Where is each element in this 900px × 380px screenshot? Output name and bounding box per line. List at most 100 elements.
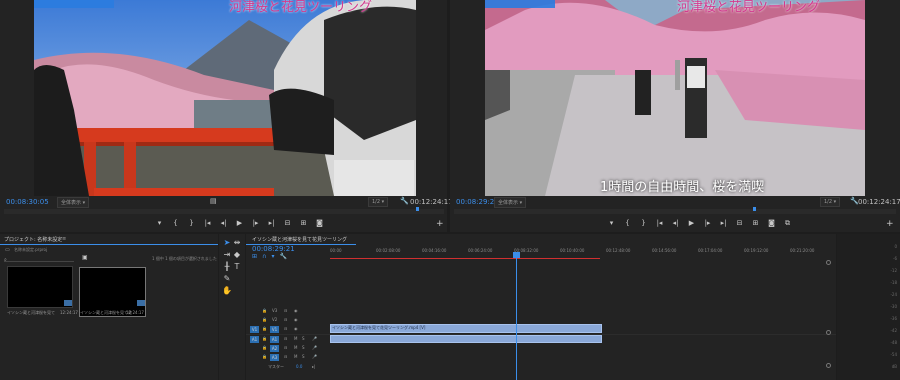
compare-icon[interactable]: ⧉ bbox=[783, 219, 792, 228]
track-target-a1[interactable]: A1 bbox=[270, 336, 279, 343]
lock-icon[interactable]: 🔒 bbox=[262, 317, 267, 322]
mic-icon[interactable]: 🎤 bbox=[312, 336, 317, 341]
go-to-in-icon[interactable]: |◂ bbox=[203, 219, 212, 227]
source-fit-dropdown[interactable]: 全体表示 ▾ bbox=[57, 197, 90, 208]
source-fraction-dropdown[interactable]: 1/2 ▾ bbox=[368, 197, 389, 207]
track-target-a2[interactable]: A2 bbox=[270, 345, 279, 352]
scroll-handle[interactable] bbox=[826, 363, 831, 368]
playhead-line[interactable] bbox=[516, 252, 517, 380]
sync-icon[interactable]: ⊟ bbox=[284, 354, 287, 359]
step-forward-icon[interactable]: |▸ bbox=[703, 219, 712, 228]
track-target-v1[interactable]: V1 bbox=[270, 326, 279, 333]
eye-icon[interactable]: ◉ bbox=[294, 317, 298, 322]
master-volume[interactable]: 0.0 bbox=[296, 364, 302, 369]
lock-icon[interactable]: 🔒 bbox=[262, 326, 267, 331]
track-target-a3[interactable]: A3 bbox=[270, 354, 279, 361]
ruler-tick: 00:12:48:00 bbox=[606, 248, 631, 253]
new-bin-icon[interactable]: ▣ bbox=[82, 254, 88, 261]
source-wrench-icon[interactable]: 🔧 bbox=[400, 197, 409, 205]
mute-button[interactable]: M bbox=[294, 354, 297, 359]
play-icon[interactable]: ▶ bbox=[687, 219, 696, 228]
snap-icon[interactable]: ⊞ bbox=[252, 253, 262, 260]
lock-icon[interactable]: 🔒 bbox=[262, 354, 267, 359]
program-scrubber[interactable] bbox=[454, 209, 896, 214]
time-ruler[interactable]: 00:00 00:02:08:00 00:04:16:00 00:06:24:00 00… bbox=[330, 248, 830, 258]
scroll-handle[interactable] bbox=[826, 260, 831, 265]
project-search-input[interactable]: ⌕ bbox=[4, 255, 74, 263]
type-tool-icon[interactable]: T bbox=[232, 262, 242, 272]
playhead-handle[interactable] bbox=[513, 252, 520, 258]
step-forward-icon[interactable]: |▸ bbox=[251, 219, 260, 227]
source-patch-a1[interactable]: A1 bbox=[250, 336, 259, 343]
mic-icon[interactable]: 🎤 bbox=[312, 345, 317, 350]
source-add-button[interactable]: + bbox=[436, 219, 444, 229]
meter-tick: -12 bbox=[890, 268, 897, 273]
timeline-toolbar: ⊞∩▾🔧 bbox=[252, 253, 292, 260]
eye-icon[interactable]: ◉ bbox=[294, 308, 298, 313]
program-fit-dropdown[interactable]: 全体表示 ▾ bbox=[494, 197, 527, 208]
marker-icon[interactable]: ▾ bbox=[607, 219, 616, 228]
sync-icon[interactable]: ⊟ bbox=[284, 336, 287, 341]
overwrite-icon[interactable]: ⊞ bbox=[299, 219, 308, 227]
source-transport-controls: ▾ { } |◂ ◂| ▶ |▸ ▸| ⊟ ⊞ ◙ bbox=[155, 219, 324, 227]
mic-icon[interactable]: 🎤 bbox=[312, 354, 317, 359]
source-settings-icon[interactable]: ▤ bbox=[210, 197, 217, 205]
camera-icon[interactable]: ◙ bbox=[767, 219, 776, 228]
settings-icon[interactable]: 🔧 bbox=[279, 253, 291, 260]
lock-icon[interactable]: 🔒 bbox=[262, 308, 267, 313]
track-select-icon[interactable]: ⇥ bbox=[222, 250, 232, 260]
solo-button[interactable]: S bbox=[302, 354, 305, 359]
source-scrubber[interactable] bbox=[4, 209, 444, 214]
program-timecode[interactable]: 00:08:29:21 bbox=[456, 198, 499, 206]
program-fraction-dropdown[interactable]: 1/2 ▾ bbox=[820, 197, 841, 207]
razor-tool-icon[interactable]: ◆ bbox=[232, 250, 242, 260]
play-icon[interactable]: ▶ bbox=[235, 219, 244, 227]
mark-out-icon[interactable]: } bbox=[187, 219, 196, 227]
selection-tool-icon[interactable]: ➤ bbox=[222, 238, 232, 248]
timeline-timecode[interactable]: 00:08:29:21 bbox=[252, 245, 295, 253]
mark-in-icon[interactable]: { bbox=[171, 219, 180, 227]
mute-button[interactable]: M bbox=[294, 336, 297, 341]
lift-icon[interactable]: ⊟ bbox=[735, 219, 744, 228]
mark-out-icon[interactable]: } bbox=[639, 219, 648, 228]
insert-icon[interactable]: ⊟ bbox=[283, 219, 292, 227]
solo-button[interactable]: S bbox=[302, 345, 305, 350]
panel-menu-icon[interactable]: ≡ bbox=[62, 236, 66, 242]
program-add-button[interactable]: + bbox=[886, 219, 894, 229]
sync-icon[interactable]: ⊟ bbox=[284, 317, 287, 322]
go-to-end-icon[interactable]: ▸| bbox=[312, 364, 315, 369]
sequence-tab[interactable]: イソシン蔵と河津桜を見て花見ツーリング bbox=[252, 236, 347, 243]
sync-icon[interactable]: ⊟ bbox=[284, 345, 287, 350]
audio-clip[interactable] bbox=[330, 335, 602, 343]
work-area-bar[interactable] bbox=[330, 258, 600, 259]
source-fit-label: 全体表示 bbox=[61, 200, 82, 206]
step-back-icon[interactable]: ◂| bbox=[671, 219, 680, 228]
sync-icon[interactable]: ⊟ bbox=[284, 326, 287, 331]
solo-button[interactable]: S bbox=[302, 336, 305, 341]
marker-icon[interactable]: ▾ bbox=[155, 219, 164, 227]
lock-icon[interactable]: 🔒 bbox=[262, 345, 267, 350]
go-to-out-icon[interactable]: ▸| bbox=[267, 219, 276, 227]
eye-icon[interactable]: ◉ bbox=[294, 326, 298, 331]
project-tab[interactable]: プロジェクト: 名称未設定 bbox=[4, 236, 62, 243]
slip-tool-icon[interactable]: ⇹ bbox=[232, 238, 242, 248]
mark-in-icon[interactable]: { bbox=[623, 219, 632, 228]
source-timecode[interactable]: 00:08:30:05 bbox=[6, 198, 49, 206]
mute-button[interactable]: M bbox=[294, 345, 297, 350]
go-to-in-icon[interactable]: |◂ bbox=[655, 219, 664, 228]
lock-icon[interactable]: 🔒 bbox=[262, 336, 267, 341]
source-patch-v1[interactable]: V1 bbox=[250, 326, 259, 333]
track-header-a2: 🔒 A2 ⊟ M S 🎤 bbox=[246, 344, 330, 353]
scroll-handle[interactable] bbox=[826, 330, 831, 335]
sync-icon[interactable]: ⊟ bbox=[284, 308, 287, 313]
step-back-icon[interactable]: ◂| bbox=[219, 219, 228, 227]
pen-tool-icon[interactable]: ✎ bbox=[222, 274, 232, 284]
go-to-out-icon[interactable]: ▸| bbox=[719, 219, 728, 228]
program-playhead-marker[interactable] bbox=[753, 207, 756, 211]
source-playhead-marker[interactable] bbox=[416, 207, 419, 211]
timeline-panel: イソシン蔵と河津桜を見て花見ツーリング 00:08:29:21 ⊞∩▾🔧 00:… bbox=[246, 234, 836, 380]
extract-icon[interactable]: ⊞ bbox=[751, 219, 760, 228]
hand-tool-icon[interactable]: ✋ bbox=[222, 286, 232, 296]
ripple-edit-icon[interactable]: ╫ bbox=[222, 262, 232, 272]
camera-icon[interactable]: ◙ bbox=[315, 219, 324, 227]
